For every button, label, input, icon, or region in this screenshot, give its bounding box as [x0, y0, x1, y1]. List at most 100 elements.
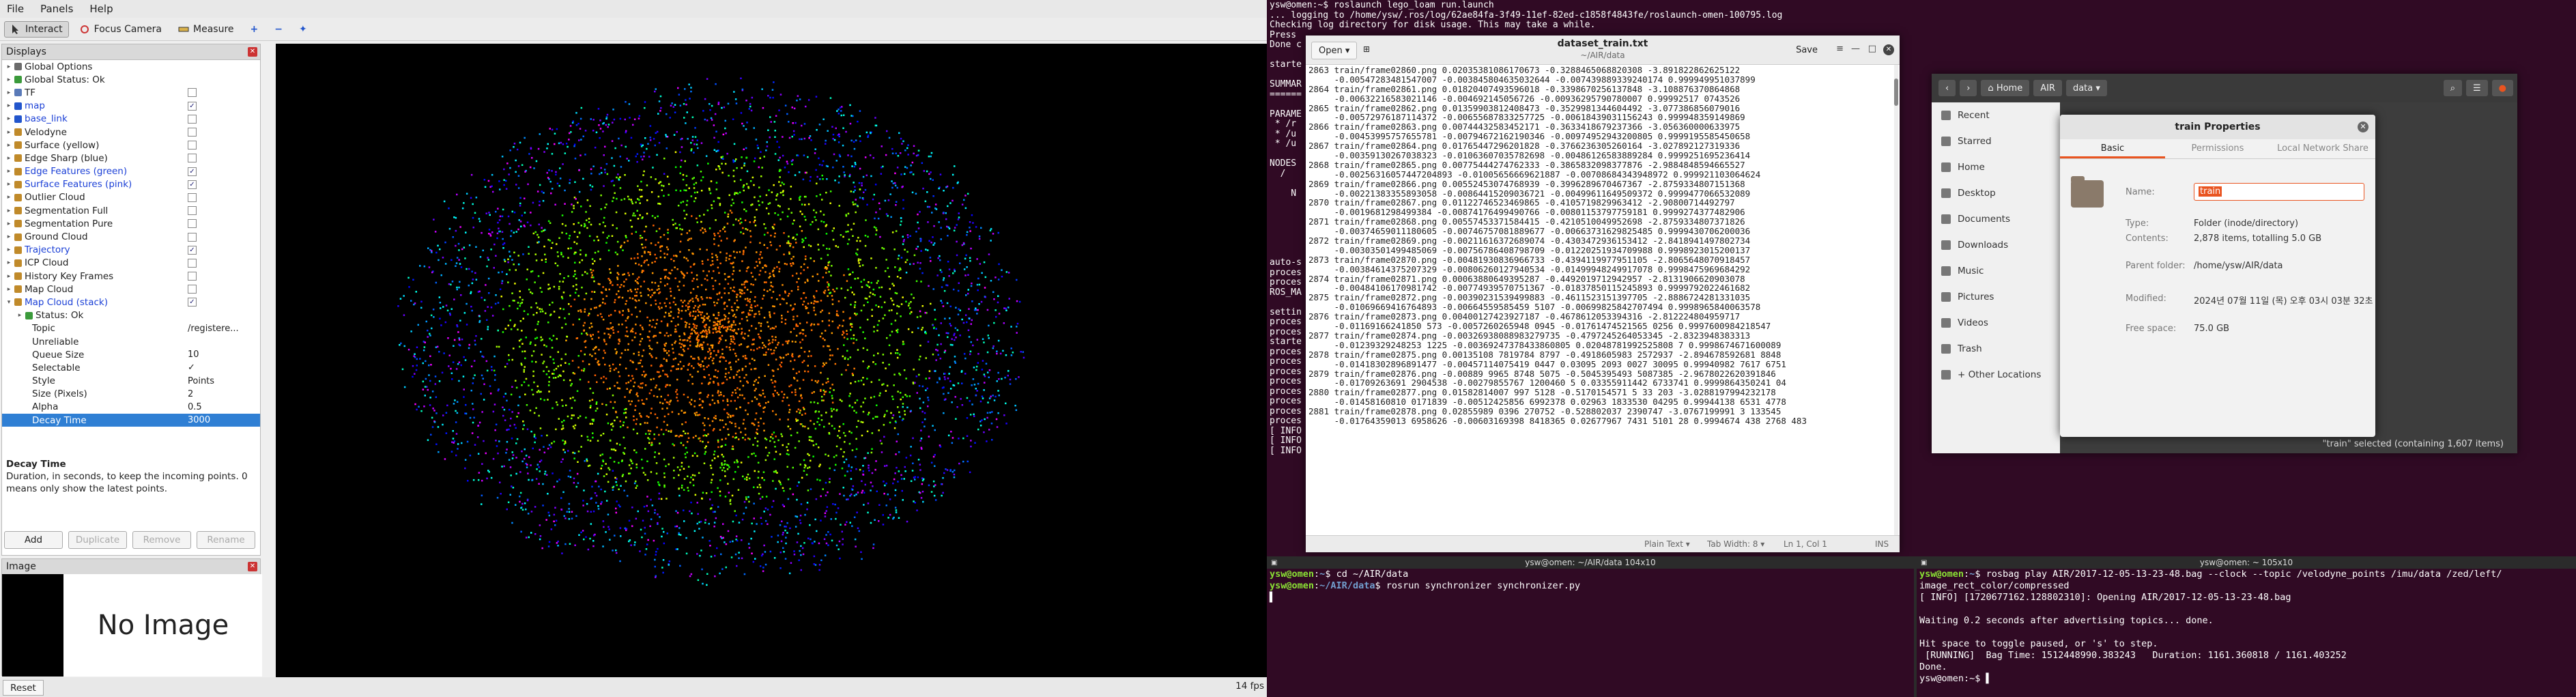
property-value[interactable]: 2: [188, 389, 193, 399]
display-enabled-checkbox[interactable]: ✓: [188, 101, 197, 111]
panel-splitter[interactable]: [262, 44, 276, 677]
chevron-right-icon[interactable]: ▸: [5, 89, 13, 96]
display-item[interactable]: ▸ History Key Frames: [2, 270, 260, 283]
property-row[interactable]: Topic/registere...: [2, 322, 260, 335]
chevron-right-icon[interactable]: ▸: [5, 115, 13, 122]
chevron-right-icon[interactable]: ▸: [5, 246, 13, 253]
property-value[interactable]: Points: [188, 376, 214, 386]
cloud-point: [777, 341, 779, 344]
chevron-right-icon[interactable]: ▸: [5, 102, 13, 109]
cloud-point: [693, 307, 695, 309]
property-row[interactable]: Size (Pixels) 2: [2, 388, 260, 401]
display-item[interactable]: ▸ Edge Features (green) ✓: [2, 165, 260, 178]
menu-panels[interactable]: Panels: [33, 3, 80, 15]
3d-viewport[interactable]: [276, 44, 1267, 677]
display-item[interactable]: ▾ Map Cloud (stack) ✓: [2, 296, 260, 309]
cloud-point: [535, 407, 537, 409]
property-row[interactable]: Decay Time 3000: [2, 414, 260, 427]
property-value[interactable]: 0.5: [188, 402, 202, 412]
chevron-right-icon[interactable]: ▸: [16, 312, 24, 319]
remove-tool-button[interactable]: −: [268, 21, 289, 38]
display-enabled-checkbox[interactable]: [188, 128, 197, 137]
display-item[interactable]: ▸ Trajectory ✓: [2, 244, 260, 257]
cloud-point: [799, 98, 801, 100]
display-item[interactable]: ▸ Surface Features (pink) ✓: [2, 178, 260, 191]
display-item[interactable]: ▸ Map Cloud: [2, 283, 260, 296]
display-item[interactable]: ▸ Velodyne: [2, 126, 260, 139]
display-enabled-checkbox[interactable]: [188, 154, 197, 163]
chevron-right-icon[interactable]: ▸: [5, 233, 13, 240]
display-enabled-checkbox[interactable]: [188, 206, 197, 216]
cloud-point: [616, 278, 619, 281]
chevron-right-icon[interactable]: ▸: [5, 63, 13, 70]
property-row[interactable]: Selectable ✓: [2, 361, 260, 374]
display-item[interactable]: ▸ Global Options: [2, 60, 260, 73]
display-item[interactable]: ▸ ICP Cloud: [2, 257, 260, 270]
property-value[interactable]: ✓: [188, 362, 195, 373]
chevron-right-icon[interactable]: ▸: [5, 194, 13, 201]
property-row[interactable]: Style Points: [2, 375, 260, 388]
display-enabled-checkbox[interactable]: ✓: [188, 298, 197, 307]
display-enabled-checkbox[interactable]: [188, 114, 197, 124]
display-enabled-checkbox[interactable]: [188, 88, 197, 98]
display-enabled-checkbox[interactable]: ✓: [188, 180, 197, 189]
display-enabled-checkbox[interactable]: [188, 285, 197, 294]
menu-help[interactable]: Help: [83, 3, 119, 15]
chevron-down-icon[interactable]: ▾: [5, 299, 13, 306]
display-enabled-checkbox[interactable]: ✓: [188, 167, 197, 176]
display-enabled-checkbox[interactable]: [188, 232, 197, 242]
display-enabled-checkbox[interactable]: [188, 141, 197, 150]
display-item[interactable]: ▸ Status: Ok: [2, 309, 260, 322]
display-item[interactable]: ▸ Global Status: Ok: [2, 73, 260, 86]
display-enabled-checkbox[interactable]: ✓: [188, 245, 197, 255]
chevron-right-icon[interactable]: ▸: [5, 168, 13, 175]
cloud-point: [533, 433, 536, 436]
cloud-point: [666, 325, 669, 327]
rename-display-button[interactable]: Rename: [197, 531, 255, 549]
chevron-right-icon[interactable]: ▸: [5, 208, 13, 214]
menu-file[interactable]: File: [0, 3, 31, 15]
cloud-point: [955, 337, 957, 339]
display-enabled-checkbox[interactable]: [188, 219, 197, 229]
close-icon[interactable]: ✕: [248, 562, 257, 571]
display-enabled-checkbox[interactable]: [188, 258, 197, 268]
display-item[interactable]: ▸ Edge Sharp (blue): [2, 152, 260, 165]
cloud-point: [487, 306, 489, 308]
chevron-right-icon[interactable]: ▸: [5, 259, 13, 266]
display-item[interactable]: ▸ Outlier Cloud: [2, 191, 260, 204]
display-item[interactable]: ▸ Segmentation Full: [2, 204, 260, 217]
property-row[interactable]: Unreliable: [2, 335, 260, 348]
chevron-right-icon[interactable]: ▸: [5, 76, 13, 83]
chevron-right-icon[interactable]: ▸: [5, 221, 13, 227]
property-value[interactable]: 3000: [188, 415, 210, 425]
measure-tool-button[interactable]: Measure: [172, 21, 240, 38]
settings-tool-button[interactable]: ✦: [293, 21, 313, 38]
cloud-point: [765, 438, 768, 441]
display-item[interactable]: ▸ Segmentation Pure: [2, 217, 260, 230]
display-enabled-checkbox[interactable]: [188, 272, 197, 281]
duplicate-display-button[interactable]: Duplicate: [68, 531, 127, 549]
chevron-right-icon[interactable]: ▸: [5, 142, 13, 149]
display-item[interactable]: ▸ Surface (yellow): [2, 139, 260, 152]
cloud-point: [487, 326, 489, 328]
display-enabled-checkbox[interactable]: [188, 193, 197, 202]
display-item[interactable]: ▸ TF: [2, 86, 260, 99]
interact-tool-button[interactable]: Interact: [4, 20, 69, 38]
remove-display-button[interactable]: Remove: [132, 531, 191, 549]
display-item[interactable]: ▸ Ground Cloud: [2, 230, 260, 243]
property-row[interactable]: Alpha 0.5: [2, 401, 260, 414]
property-value[interactable]: 10: [188, 350, 199, 360]
chevron-right-icon[interactable]: ▸: [5, 155, 13, 162]
display-item[interactable]: ▸ base_link: [2, 113, 260, 126]
focus-camera-tool-button[interactable]: Focus Camera: [73, 21, 168, 38]
display-item[interactable]: ▸ map ✓: [2, 100, 260, 113]
chevron-right-icon[interactable]: ▸: [5, 273, 13, 280]
property-row[interactable]: Queue Size 10: [2, 348, 260, 361]
close-icon[interactable]: ✕: [248, 47, 257, 57]
property-value[interactable]: /registere...: [188, 324, 239, 334]
chevron-right-icon[interactable]: ▸: [5, 129, 13, 136]
chevron-right-icon[interactable]: ▸: [5, 181, 13, 188]
add-display-button[interactable]: Add: [4, 531, 63, 549]
add-tool-button[interactable]: +: [244, 21, 265, 38]
chevron-right-icon[interactable]: ▸: [5, 286, 13, 293]
